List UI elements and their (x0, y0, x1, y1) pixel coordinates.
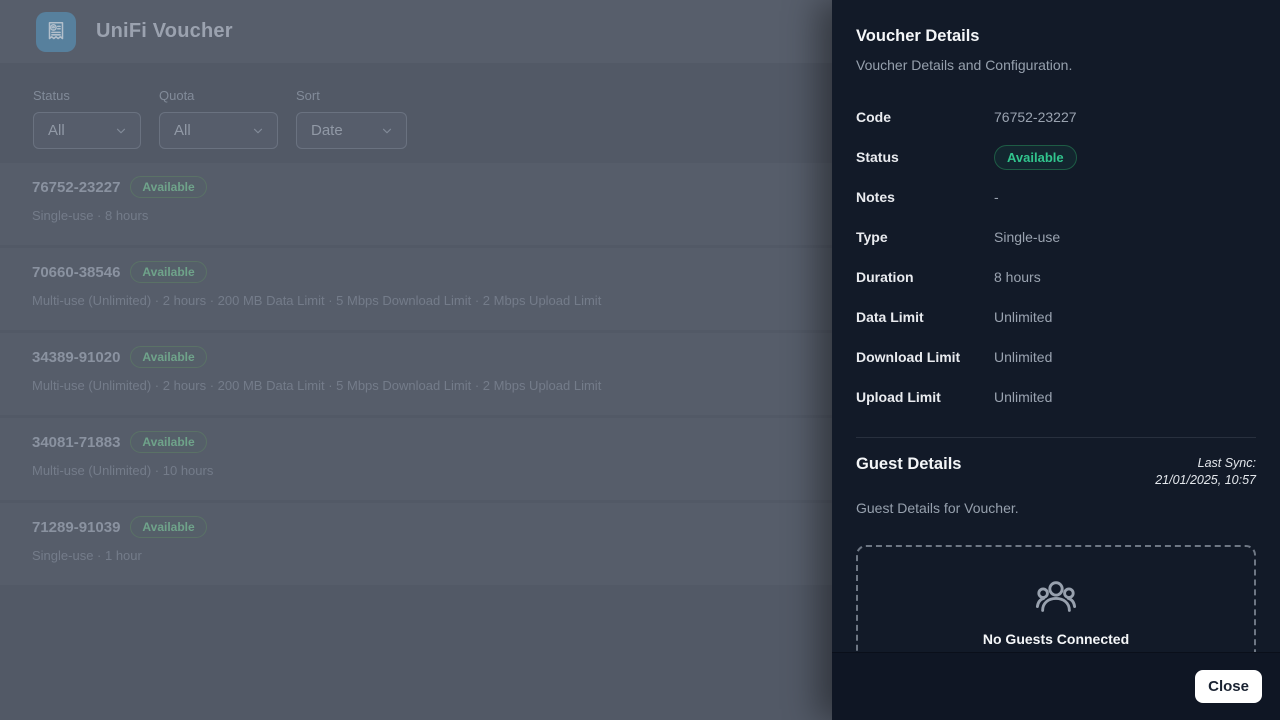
field-download-limit: Download Limit Unlimited (856, 337, 1256, 377)
guest-details-subtitle: Guest Details for Voucher. (856, 500, 1256, 516)
field-data-limit: Data Limit Unlimited (856, 297, 1256, 337)
field-duration: Duration 8 hours (856, 257, 1256, 297)
empty-state-text: No Guests Connected (983, 631, 1129, 647)
field-value: 76752-23227 (994, 109, 1077, 125)
status-badge: Available (994, 145, 1077, 170)
field-label: Status (856, 149, 994, 165)
guest-details-title: Guest Details (856, 455, 961, 474)
field-label: Type (856, 229, 994, 245)
field-status: Status Available (856, 137, 1256, 177)
drawer-footer: Close (832, 652, 1280, 720)
close-button[interactable]: Close (1195, 670, 1262, 703)
field-value: Unlimited (994, 349, 1052, 365)
users-group-icon (1033, 577, 1079, 619)
last-sync-label: Last Sync: (1155, 455, 1256, 472)
last-sync: Last Sync: 21/01/2025, 10:57 (1155, 455, 1256, 488)
section-divider (856, 437, 1256, 438)
drawer-subtitle: Voucher Details and Configuration. (856, 57, 1256, 73)
field-value: Unlimited (994, 389, 1052, 405)
field-label: Code (856, 109, 994, 125)
field-value: Unlimited (994, 309, 1052, 325)
field-value: - (994, 189, 999, 205)
field-code: Code 76752-23227 (856, 97, 1256, 137)
field-label: Notes (856, 189, 994, 205)
field-upload-limit: Upload Limit Unlimited (856, 377, 1256, 417)
field-label: Upload Limit (856, 389, 994, 405)
drawer-title: Voucher Details (856, 27, 1256, 46)
field-label: Data Limit (856, 309, 994, 325)
field-notes: Notes - (856, 177, 1256, 217)
modal-backdrop[interactable] (0, 0, 832, 720)
last-sync-value: 21/01/2025, 10:57 (1155, 472, 1256, 489)
field-value: Single-use (994, 229, 1060, 245)
field-label: Duration (856, 269, 994, 285)
field-type: Type Single-use (856, 217, 1256, 257)
voucher-details-drawer: Voucher Details Voucher Details and Conf… (832, 0, 1280, 720)
field-label: Download Limit (856, 349, 994, 365)
field-value: 8 hours (994, 269, 1041, 285)
voucher-fields: Code 76752-23227 Status Available Notes … (856, 97, 1256, 417)
